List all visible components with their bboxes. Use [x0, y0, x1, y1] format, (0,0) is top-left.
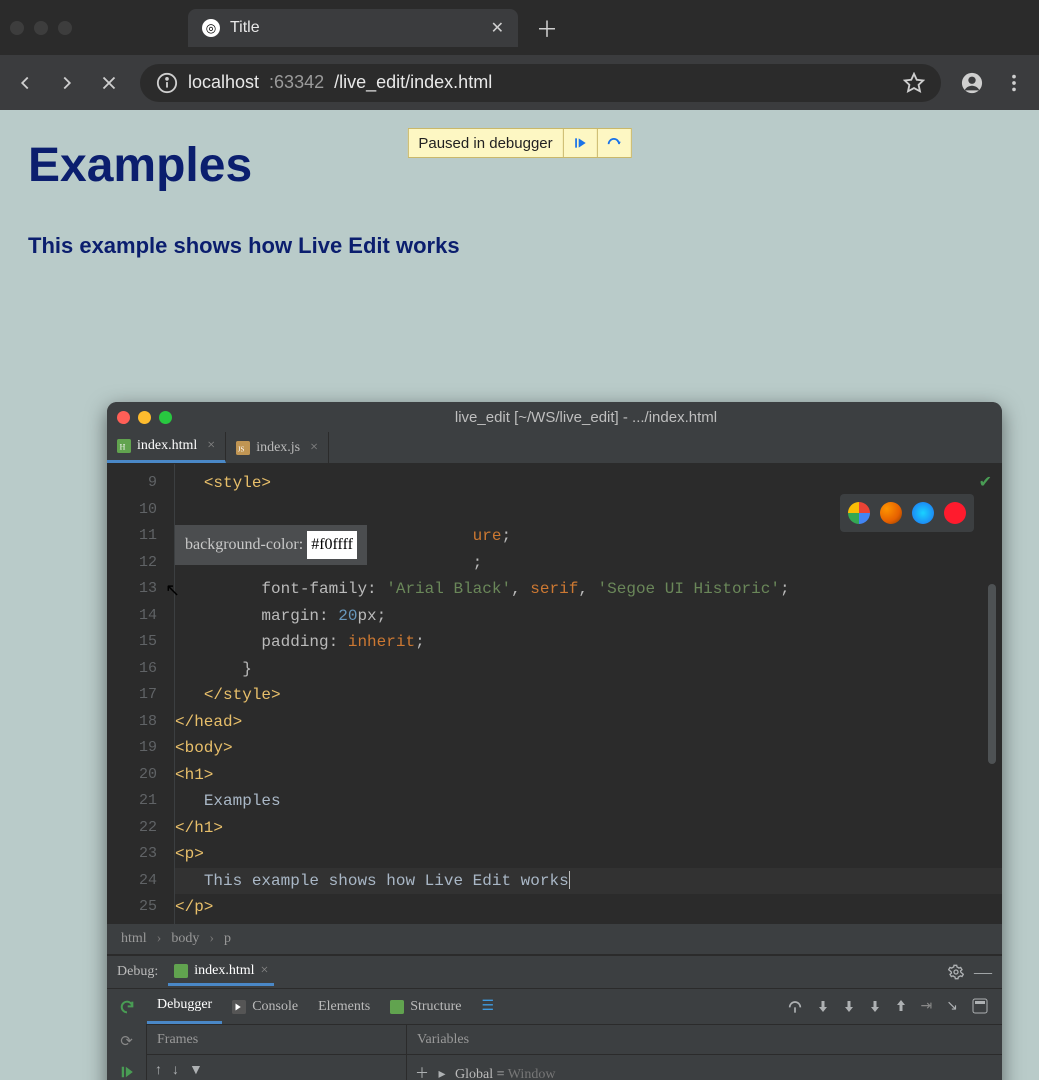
debug-tab-console[interactable]: Console [222, 989, 308, 1024]
step-out-icon[interactable] [895, 998, 907, 1015]
svg-text:H: H [120, 443, 126, 452]
debugger-paused-pill: Paused in debugger [407, 128, 631, 158]
next-frame-icon[interactable]: ↓ [172, 1063, 179, 1079]
window-traffic-lights [10, 21, 72, 35]
breadcrumb-item[interactable]: html [121, 931, 147, 947]
forward-icon[interactable] [56, 72, 78, 94]
hint-value: #f0ffff [307, 531, 357, 560]
page-content: Paused in debugger Examples This example… [0, 110, 1039, 1080]
gear-icon[interactable] [948, 964, 964, 980]
code-area[interactable]: ✔ <style> ↖background-color:#f0ffff ure;… [175, 464, 1002, 924]
ide-traffic-lights [117, 411, 172, 424]
frames-pane: Frames ↑ ↓ ▼ live_edit/index.js:1 [147, 1025, 407, 1080]
debug-file-label: index.html [194, 963, 254, 979]
page-h2: This example shows how Live Edit works [28, 233, 1011, 259]
window-max-dot[interactable] [58, 21, 72, 35]
url-path: /live_edit/index.html [334, 72, 492, 93]
code-editor[interactable]: 910111213141516171819202122232425 ✔ <sty… [107, 464, 1002, 924]
fold-gutter[interactable] [157, 464, 175, 924]
url-port: :63342 [269, 72, 324, 93]
step-over-icon[interactable] [597, 129, 631, 157]
debug-tabs-row: Debugger Console Elements Structure ☰ ⇥ … [107, 988, 1002, 1024]
force-step-icon[interactable] [869, 998, 881, 1015]
variable-value: Window [508, 1067, 556, 1080]
breadcrumb-item[interactable]: p [224, 931, 231, 947]
ide-editor-tabs: H index.html × JS index.js × [107, 432, 1002, 464]
layout-icon[interactable]: ☰ [482, 998, 495, 1015]
browser-tab-strip: ◎ Title ✕ ＋ [0, 0, 1039, 55]
step-over-icon[interactable] [787, 998, 803, 1015]
editor-tab-label: index.js [256, 440, 300, 456]
info-icon [156, 72, 178, 94]
close-icon[interactable]: × [261, 963, 269, 979]
menu-icon[interactable] [1003, 72, 1025, 94]
ide-max-dot[interactable] [159, 411, 172, 424]
variables-header: Variables [407, 1025, 1002, 1055]
close-tab-icon[interactable]: × [310, 440, 318, 456]
browser-nav-bar: localhost :63342/live_edit/index.html [0, 55, 1039, 110]
run-to-cursor-icon[interactable]: ⇥ [921, 998, 933, 1015]
editor-breadcrumb[interactable]: html› body› p [107, 924, 1002, 954]
html-file-icon: H [117, 439, 131, 453]
ide-window: live_edit [~/WS/live_edit] - .../index.h… [107, 402, 1002, 1080]
debug-tab-elements[interactable]: Elements [308, 989, 380, 1024]
window-close-dot[interactable] [10, 21, 24, 35]
ide-close-dot[interactable] [117, 411, 130, 424]
new-tab-button[interactable]: ＋ [526, 12, 568, 44]
bookmark-icon[interactable] [903, 72, 925, 94]
url-host: localhost [188, 72, 259, 93]
close-tab-icon[interactable]: ✕ [491, 18, 504, 38]
window-min-dot[interactable] [34, 21, 48, 35]
html-file-icon [174, 964, 188, 978]
svg-text:JS: JS [238, 445, 245, 453]
step-into-icon[interactable] [817, 998, 829, 1015]
breadcrumb-item[interactable]: body [171, 931, 199, 947]
debug-tab-debugger[interactable]: Debugger [147, 989, 222, 1024]
js-file-icon: JS [236, 441, 250, 455]
resume-program-icon[interactable] [120, 1065, 134, 1079]
frames-header: Frames [147, 1025, 406, 1055]
hint-label: background-color: [185, 532, 303, 559]
debug-label: Debug: [117, 964, 158, 980]
stop-icon[interactable] [98, 72, 120, 94]
inspection-ok-icon[interactable]: ✔ [979, 470, 992, 497]
code-hint-popup: ↖background-color:#f0ffff [175, 525, 367, 566]
ide-title-text: live_edit [~/WS/live_edit] - .../index.h… [180, 409, 992, 426]
evaluate-icon[interactable] [972, 998, 988, 1015]
editor-tab-label: index.html [137, 438, 197, 454]
update-icon[interactable]: ⟳ [120, 1032, 133, 1051]
editor-tab-index-js[interactable]: JS index.js × [226, 432, 329, 463]
editor-scrollbar[interactable] [988, 584, 996, 764]
console-icon [232, 1000, 246, 1014]
add-watch-icon[interactable]: ＋ [415, 1067, 429, 1080]
line-gutter: 910111213141516171819202122232425 [107, 464, 157, 924]
profile-icon[interactable] [961, 72, 983, 94]
mouse-cursor-icon: ↖ [165, 577, 180, 604]
minimize-icon[interactable]: — [974, 962, 992, 983]
ide-titlebar[interactable]: live_edit [~/WS/live_edit] - .../index.h… [107, 402, 1002, 432]
debug-toolwindow-header: Debug: index.html × — [107, 954, 1002, 988]
ide-min-dot[interactable] [138, 411, 151, 424]
close-tab-icon[interactable]: × [207, 438, 215, 454]
resume-icon[interactable] [563, 129, 597, 157]
variable-name: Global = [455, 1067, 508, 1080]
prev-frame-icon[interactable]: ↑ [155, 1063, 162, 1079]
step-into-my-icon[interactable] [843, 998, 855, 1015]
debug-run-config[interactable]: index.html × [168, 959, 274, 986]
debugger-paused-label: Paused in debugger [408, 135, 562, 152]
browser-tab[interactable]: ◎ Title ✕ [188, 9, 518, 47]
expand-icon[interactable]: ▸ [439, 1067, 446, 1080]
favicon-icon: ◎ [202, 19, 220, 37]
structure-icon [390, 1000, 404, 1014]
debug-tab-structure[interactable]: Structure [380, 989, 471, 1024]
back-icon[interactable] [14, 72, 36, 94]
address-bar[interactable]: localhost :63342/live_edit/index.html [140, 64, 941, 102]
editor-tab-index-html[interactable]: H index.html × [107, 432, 226, 463]
drop-frame-icon[interactable]: ↘ [946, 998, 958, 1015]
rerun-icon[interactable] [119, 999, 135, 1015]
text-caret [569, 871, 570, 889]
filter-icon[interactable]: ▼ [189, 1063, 203, 1079]
tab-title: Title [230, 19, 260, 37]
variables-pane: Variables ＋ ▸ Global = Window » [407, 1025, 1002, 1080]
